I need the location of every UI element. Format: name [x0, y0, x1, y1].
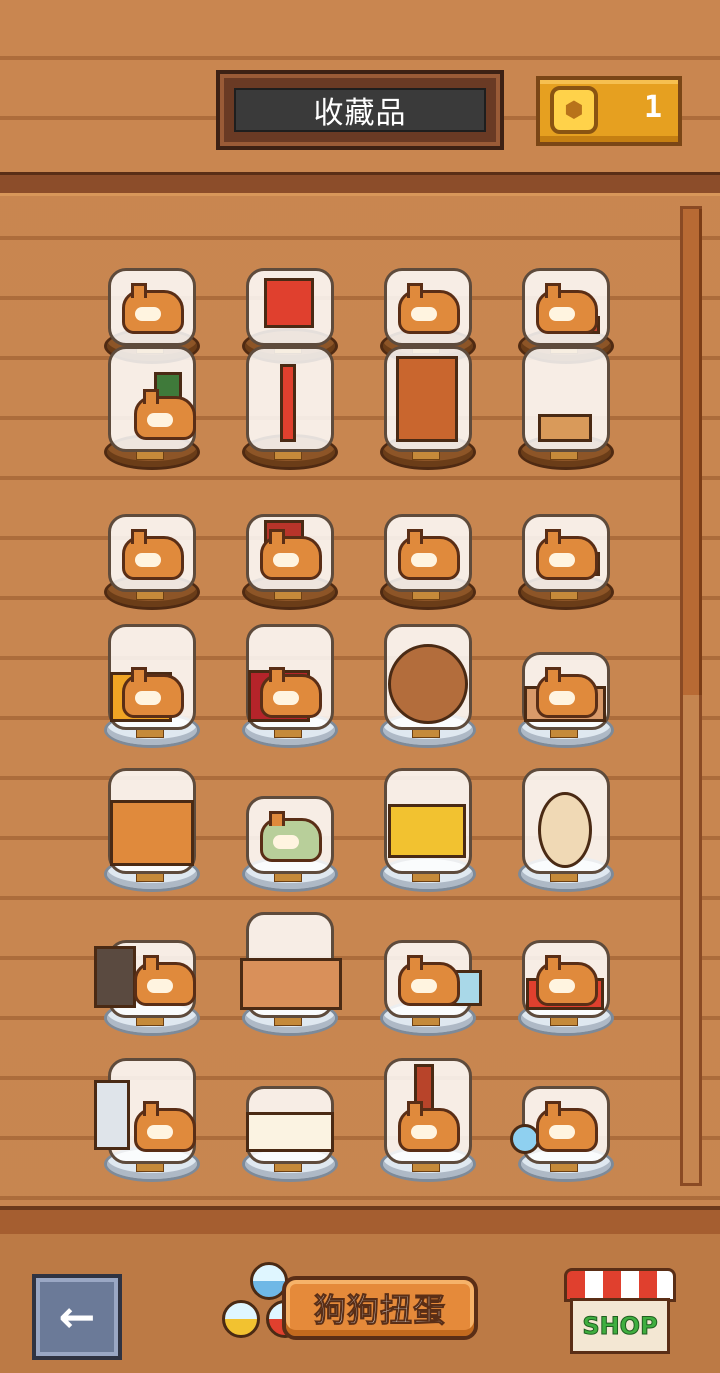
- collectible-shiba-with-planter[interactable]: [364, 906, 484, 1036]
- collectible-shiba-with-heater[interactable]: [88, 906, 208, 1036]
- shiba-dog-icon: [122, 283, 184, 334]
- collectible-shiba-red-sofa[interactable]: [226, 618, 346, 748]
- collectible-shiba-armchair[interactable]: [88, 618, 208, 748]
- floor-lamp-prop: [280, 364, 296, 442]
- gacha-label: 狗狗扭蛋: [282, 1276, 478, 1340]
- wardrobe-prop: [396, 356, 458, 442]
- collectible-computer-monitor[interactable]: [364, 762, 484, 892]
- collectible-round-window[interactable]: [364, 618, 484, 748]
- shiba-dog-icon: [134, 389, 196, 440]
- computer-monitor-prop: [388, 804, 466, 858]
- collectible-shiba-with-kebab[interactable]: [364, 1052, 484, 1182]
- shop-awning-icon: [564, 1268, 676, 1302]
- shop-label: SHOP: [570, 1298, 670, 1354]
- collectible-shiba-with-cactus[interactable]: [88, 340, 208, 470]
- shiba-dog-icon: [134, 1101, 196, 1152]
- shiba-dog-icon: [122, 667, 184, 718]
- collectible-shiba-couch[interactable]: [502, 618, 622, 748]
- back-button[interactable]: ←: [32, 1274, 122, 1360]
- shiba-dog-icon: [536, 667, 598, 718]
- scrollbar[interactable]: [680, 206, 702, 1186]
- shiba-dog-icon: [536, 529, 598, 580]
- arrow-left-icon: ←: [58, 1291, 96, 1343]
- shiba-dog-icon: [122, 529, 184, 580]
- shiba-dog-icon: [260, 529, 322, 580]
- collectible-shiba-dog-bed[interactable]: [502, 906, 622, 1036]
- shiba-dog-icon: [398, 283, 460, 334]
- capsule-icon: [222, 1300, 260, 1338]
- boy-with-shiba-prop: [94, 1080, 130, 1150]
- shiba-dog-icon: [536, 283, 598, 334]
- oval-mirror-prop: [538, 792, 592, 868]
- collectible-green-shiba[interactable]: [226, 762, 346, 892]
- collectible-shiba-with-flowers[interactable]: [364, 480, 484, 610]
- tv-cabinet-prop: [110, 800, 194, 866]
- shiba-with-heater-prop: [94, 946, 136, 1008]
- coin-counter: ⬢ 1: [536, 76, 682, 146]
- shiba-dog-icon: [260, 667, 322, 718]
- collectible-tv-cabinet[interactable]: [88, 762, 208, 892]
- collectible-wardrobe[interactable]: [364, 340, 484, 470]
- shiba-dog-icon: [398, 1101, 460, 1152]
- page-title: 收藏品: [234, 88, 486, 132]
- dog-gacha-button[interactable]: 狗狗扭蛋: [212, 1262, 482, 1354]
- top-bar: 收藏品 ⬢ 1: [0, 0, 720, 176]
- shiba-dog-icon: [398, 955, 460, 1006]
- round-window-prop: [388, 644, 468, 724]
- collectible-boy-with-shiba[interactable]: [88, 1052, 208, 1182]
- collection-grid[interactable]: [0, 190, 680, 1210]
- collectible-floor-lamp[interactable]: [226, 340, 346, 470]
- collectible-tv-stand[interactable]: [226, 906, 346, 1036]
- collectible-shiba-with-fishbowls[interactable]: [502, 1052, 622, 1182]
- collectible-shiba-with-box[interactable]: [502, 480, 622, 610]
- paw-coin-icon: ⬢: [550, 86, 598, 134]
- collectible-shiba-sleeping[interactable]: [88, 480, 208, 610]
- collectible-oval-mirror[interactable]: [502, 762, 622, 892]
- dining-table-prop: [246, 1112, 334, 1152]
- shop-button[interactable]: SHOP: [564, 1268, 676, 1356]
- scrollbar-thumb[interactable]: [683, 209, 702, 695]
- collectible-shiba-with-hat[interactable]: [226, 480, 346, 610]
- tv-stand-prop: [240, 958, 342, 1010]
- plant-on-table-prop: [538, 414, 592, 442]
- shiba-dog-icon: [536, 1101, 598, 1152]
- shiba-dog-icon: [398, 529, 460, 580]
- collectible-plant-on-table[interactable]: [502, 340, 622, 470]
- coin-count: 1: [643, 90, 662, 125]
- framed-picture-prop: [264, 278, 314, 328]
- title-frame: 收藏品: [216, 70, 504, 150]
- shiba-dog-icon: [134, 955, 196, 1006]
- shiba-dog-icon: [536, 955, 598, 1006]
- collectible-dining-table[interactable]: [226, 1052, 346, 1182]
- shiba-dog-icon: [260, 811, 322, 862]
